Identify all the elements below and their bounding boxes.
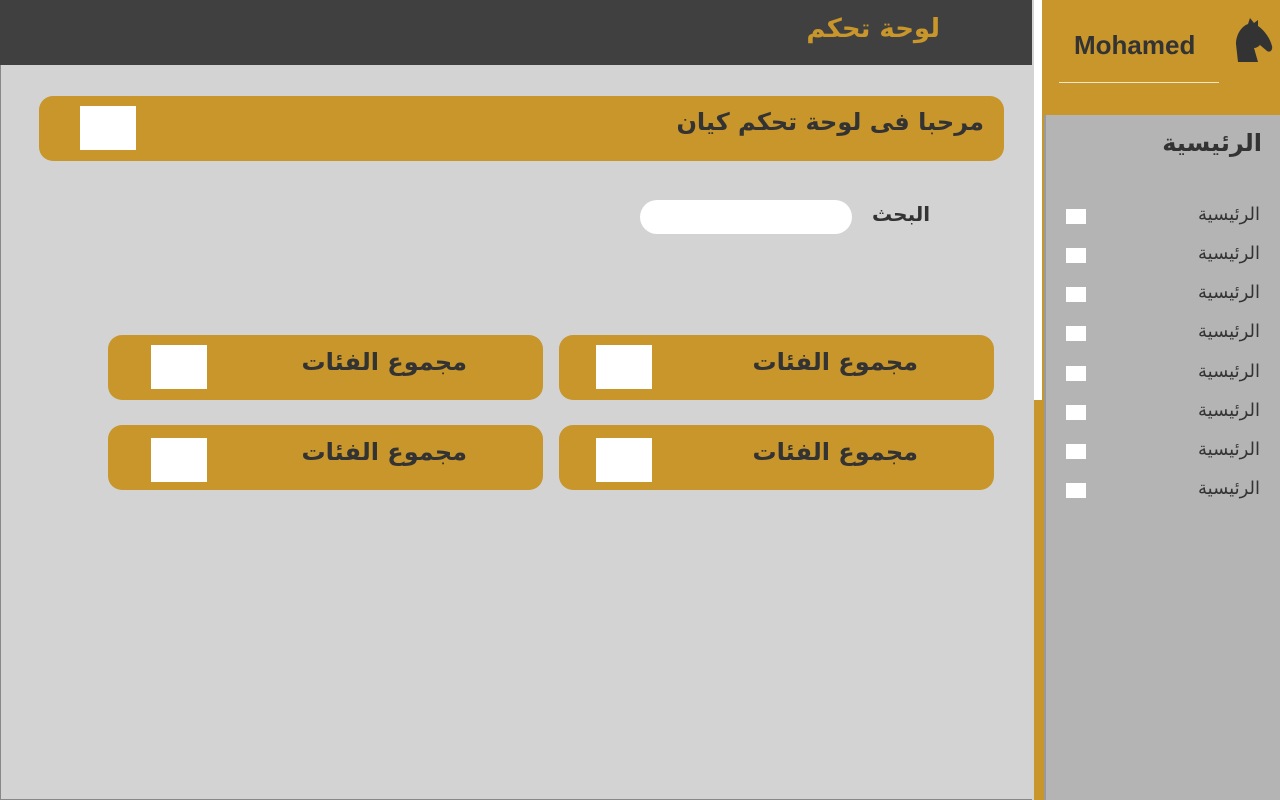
user-name: Mohamed [1074,30,1196,60]
sidebar-item-icon [1066,326,1086,341]
sidebar-item[interactable]: الرئيسية [1046,435,1280,465]
sidebar-item-icon [1066,287,1086,302]
horse-head-icon [1236,18,1273,62]
sidebar-item-label: الرئيسية [1198,439,1260,460]
sidebar-item-label: الرئيسية [1198,361,1260,382]
sidebar-item-label: الرئيسية [1198,204,1260,225]
sidebar-item[interactable]: الرئيسية [1046,200,1280,230]
sidebar-item-icon [1066,366,1086,381]
stat-card[interactable]: مجموع الفئات [108,425,543,490]
welcome-text: مرحبا فى لوحة تحكم كيان [676,108,984,136]
sidebar-title: الرئيسية [1162,129,1262,157]
card-icon-placeholder [596,345,652,389]
sidebar-item-icon [1066,405,1086,420]
top-header: لوحة تحكم [0,0,1032,65]
user-name-underline [1059,82,1219,83]
welcome-banner: مرحبا فى لوحة تحكم كيان [39,96,1004,161]
sidebar-header: Mohamed [1044,0,1280,115]
card-label: مجموع الفئات [301,438,467,466]
card-label: مجموع الفئات [752,438,918,466]
sidebar-item-icon [1066,444,1086,459]
sidebar-item[interactable]: الرئيسية [1046,357,1280,387]
sidebar: الرئيسية الرئيسية الرئيسية الرئيسية الرئ… [1044,115,1280,800]
sidebar-item[interactable]: الرئيسية [1046,317,1280,347]
sidebar-item[interactable]: الرئيسية [1046,239,1280,269]
card-label: مجموع الفئات [752,348,918,376]
sidebar-item-label: الرئيسية [1198,282,1260,303]
page-title: لوحة تحكم [806,14,940,44]
stat-card[interactable]: مجموع الفئات [108,335,543,400]
sidebar-item-icon [1066,248,1086,263]
stat-card[interactable]: مجموع الفئات [559,425,994,490]
sidebar-item-icon [1066,209,1086,224]
welcome-icon-placeholder [80,106,136,150]
card-icon-placeholder [151,345,207,389]
sidebar-item-label: الرئيسية [1198,243,1260,264]
sidebar-item-label: الرئيسية [1198,400,1260,421]
sidebar-item-label: الرئيسية [1198,478,1260,499]
search-label: البحث [872,202,931,226]
stat-card[interactable]: مجموع الفئات [559,335,994,400]
sidebar-item[interactable]: الرئيسية [1046,278,1280,308]
search-input[interactable] [640,200,852,234]
sidebar-item[interactable]: الرئيسية [1046,474,1280,504]
sidebar-item-label: الرئيسية [1198,321,1260,342]
card-icon-placeholder [151,438,207,482]
sidebar-item-icon [1066,483,1086,498]
scrollbar-thumb[interactable] [1034,0,1042,400]
card-icon-placeholder [596,438,652,482]
sidebar-item[interactable]: الرئيسية [1046,396,1280,426]
card-label: مجموع الفئات [301,348,467,376]
